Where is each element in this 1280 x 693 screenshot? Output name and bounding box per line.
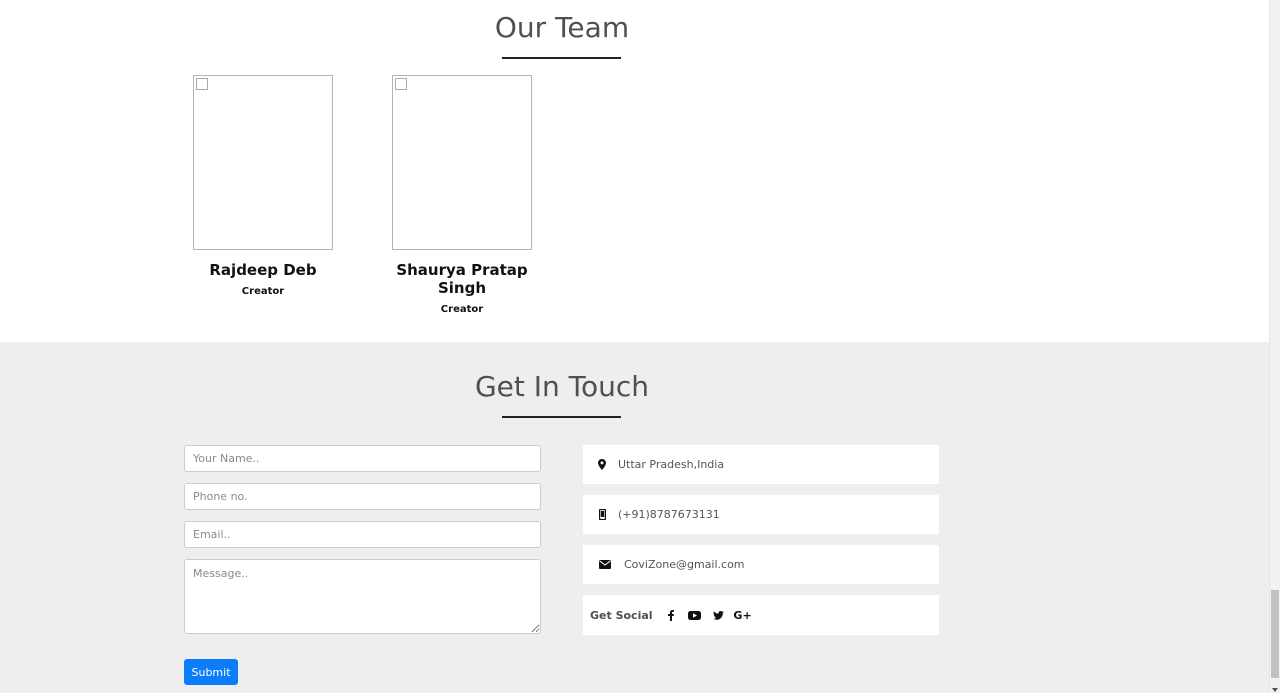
social-label: Get Social [590,608,653,622]
team-section: Our Team Rajdeep Deb Creator Shaurya Pra… [0,0,1269,342]
member-photo [392,75,532,250]
team-title-underline [502,57,621,59]
scrollbar-thumb[interactable] [1271,590,1279,678]
member-role: Creator [440,304,484,315]
scroll-down-arrow-icon[interactable] [1272,688,1278,692]
youtube-icon[interactable] [683,605,707,625]
broken-image-icon [196,78,208,90]
email-info: CoviZone@gmail.com [583,545,939,584]
twitter-icon[interactable] [707,605,731,625]
contact-title-underline [502,416,621,418]
google-plus-icon[interactable]: G+ [731,605,755,625]
social-info: Get Social G+ [583,595,939,635]
submit-button[interactable]: Submit [184,659,238,685]
map-marker-icon [595,459,609,470]
email-input[interactable] [184,521,541,548]
team-member-card: Rajdeep Deb Creator [173,75,353,297]
envelope-icon [595,560,615,569]
broken-image-icon [395,78,407,90]
vertical-scrollbar[interactable] [1269,0,1280,693]
contact-section: Get In Touch Submit Uttar Pradesh,India … [0,342,1269,693]
name-input[interactable] [184,445,541,472]
location-info: Uttar Pradesh,India [583,445,939,484]
phone-text: (+91)8787673131 [618,508,720,521]
phone-info: (+91)8787673131 [583,495,939,534]
message-textarea[interactable] [184,559,541,634]
location-text: Uttar Pradesh,India [618,458,725,471]
email-text: CoviZone@gmail.com [624,558,745,571]
team-title: Our Team [494,11,630,44]
facebook-icon[interactable] [659,605,683,625]
mobile-phone-icon [595,509,609,520]
member-photo [193,75,333,250]
member-role: Creator [241,286,285,297]
team-member-card: Shaurya Pratap Singh Creator [372,75,552,315]
member-name: Shaurya Pratap Singh [396,261,528,297]
member-name: Rajdeep Deb [209,261,317,279]
phone-input[interactable] [184,483,541,510]
contact-title: Get In Touch [474,370,650,403]
